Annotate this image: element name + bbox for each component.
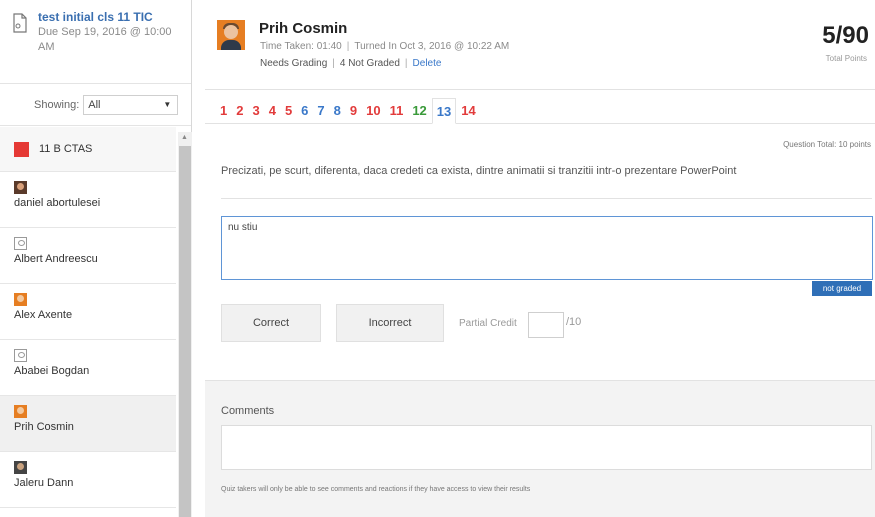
student-item[interactable]: Jaleru Dann <box>0 452 176 508</box>
student-name: Prih Cosmin <box>14 421 74 433</box>
filter-row: Showing: All ▼ <box>0 84 191 126</box>
filter-select[interactable]: All ▼ <box>83 94 179 115</box>
avatar <box>14 181 27 194</box>
student-name: Jaleru Dann <box>14 477 74 489</box>
divider <box>221 198 872 199</box>
comments-visibility-note: Quiz takers will only be able to see com… <box>221 486 531 493</box>
comments-input[interactable] <box>221 425 872 470</box>
student-item[interactable]: Albert Andreescu <box>0 228 176 284</box>
not-graded-count: 4 Not Graded <box>339 58 400 69</box>
question-tab[interactable]: 6 <box>297 98 312 124</box>
avatar <box>14 293 27 306</box>
scrollbar-thumb[interactable] <box>179 146 191 517</box>
submission-meta: Time Taken: 01:40 | Turned In Oct 3, 2016 … <box>260 41 510 52</box>
student-list: 11 B CTAS daniel abortulesei Albert Andr… <box>0 127 176 508</box>
student-name: daniel abortulesei <box>14 197 101 209</box>
grading-status-row: Needs Grading | 4 Not Graded | Delete <box>260 58 442 69</box>
question-tab[interactable]: 2 <box>232 98 247 124</box>
question-tab[interactable]: 3 <box>248 98 263 124</box>
student-name: Albert Andreescu <box>14 253 98 265</box>
question-text: Precizati, pe scurt, diferenta, daca cre… <box>221 165 737 177</box>
filter-select-value: All <box>88 98 101 111</box>
question-tabs: 1 2 3 4 5 6 7 8 9 10 11 12 13 14 <box>205 98 875 124</box>
quiz-header: test initial cls 11 TIC Due Sep 19, 2016… <box>0 0 191 84</box>
quiz-due-date: Due Sep 19, 2016 @ 10:00 AM <box>38 26 172 53</box>
needs-grading-status: Needs Grading <box>260 58 328 69</box>
partial-credit-input[interactable] <box>528 312 564 338</box>
student-list-container: 11 B CTAS daniel abortulesei Albert Andr… <box>0 127 192 517</box>
incorrect-button[interactable]: Incorrect <box>336 304 444 342</box>
question-tab[interactable]: 12 <box>408 98 430 124</box>
turned-in: Turned In Oct 3, 2016 @ 10:22 AM <box>354 41 510 52</box>
question-tab[interactable]: 4 <box>265 98 280 124</box>
student-item[interactable]: Ababei Bogdan <box>0 340 176 396</box>
question-tab[interactable]: 11 <box>386 98 408 124</box>
main-panel: Prih Cosmin Time Taken: 01:40 | Turned In … <box>205 0 875 517</box>
question-tab[interactable]: 1 <box>216 98 231 124</box>
student-list-scrollbar[interactable]: ▲ <box>178 132 192 517</box>
avatar <box>14 405 27 418</box>
total-points-label: Total Points <box>825 54 867 63</box>
time-taken: Time Taken: 01:40 <box>260 41 342 52</box>
filter-label: Showing: <box>34 98 80 111</box>
question-tab[interactable]: 5 <box>281 98 296 124</box>
not-graded-badge: not graded <box>812 281 872 296</box>
avatar <box>14 461 27 474</box>
delete-link[interactable]: Delete <box>413 58 442 69</box>
question-tab-active[interactable]: 13 <box>431 98 457 124</box>
group-label: 11 B CTAS <box>39 143 93 155</box>
quiz-title-link[interactable]: test initial cls 11 TIC <box>38 10 185 24</box>
avatar-placeholder-icon <box>14 237 27 250</box>
question-tab[interactable]: 9 <box>346 98 361 124</box>
caret-down-icon: ▼ <box>163 100 172 109</box>
question-tab[interactable]: 7 <box>313 98 328 124</box>
total-score: 5/90 <box>822 22 869 49</box>
scroll-up-arrow-icon[interactable]: ▲ <box>181 134 188 141</box>
question-tab[interactable]: 10 <box>362 98 384 124</box>
partial-credit-label: Partial Credit <box>459 318 517 329</box>
student-item[interactable]: daniel abortulesei <box>0 172 176 228</box>
submission-header: Prih Cosmin Time Taken: 01:40 | Turned In … <box>205 0 875 90</box>
student-answer: nu stiu <box>221 216 873 280</box>
quiz-document-icon <box>13 13 27 33</box>
partial-credit-max: /10 <box>566 316 582 328</box>
student-name: Alex Axente <box>14 309 73 321</box>
student-name: Ababei Bogdan <box>14 365 90 377</box>
question-total: Question Total: 10 points <box>783 140 871 149</box>
comments-label: Comments <box>221 405 275 417</box>
question-tab[interactable]: 8 <box>330 98 345 124</box>
student-avatar <box>217 20 245 50</box>
comments-section: Comments Quiz takers will only be able t… <box>205 380 875 517</box>
correct-button[interactable]: Correct <box>221 304 321 342</box>
avatar-placeholder-icon <box>14 349 27 362</box>
student-item[interactable]: Alex Axente <box>0 284 176 340</box>
sidebar: test initial cls 11 TIC Due Sep 19, 2016… <box>0 0 192 517</box>
group-item[interactable]: 11 B CTAS <box>0 127 176 172</box>
student-item-active[interactable]: Prih Cosmin <box>0 396 176 452</box>
group-color-swatch <box>14 141 29 157</box>
student-name-heading: Prih Cosmin <box>259 20 348 37</box>
question-tab[interactable]: 14 <box>457 98 479 124</box>
